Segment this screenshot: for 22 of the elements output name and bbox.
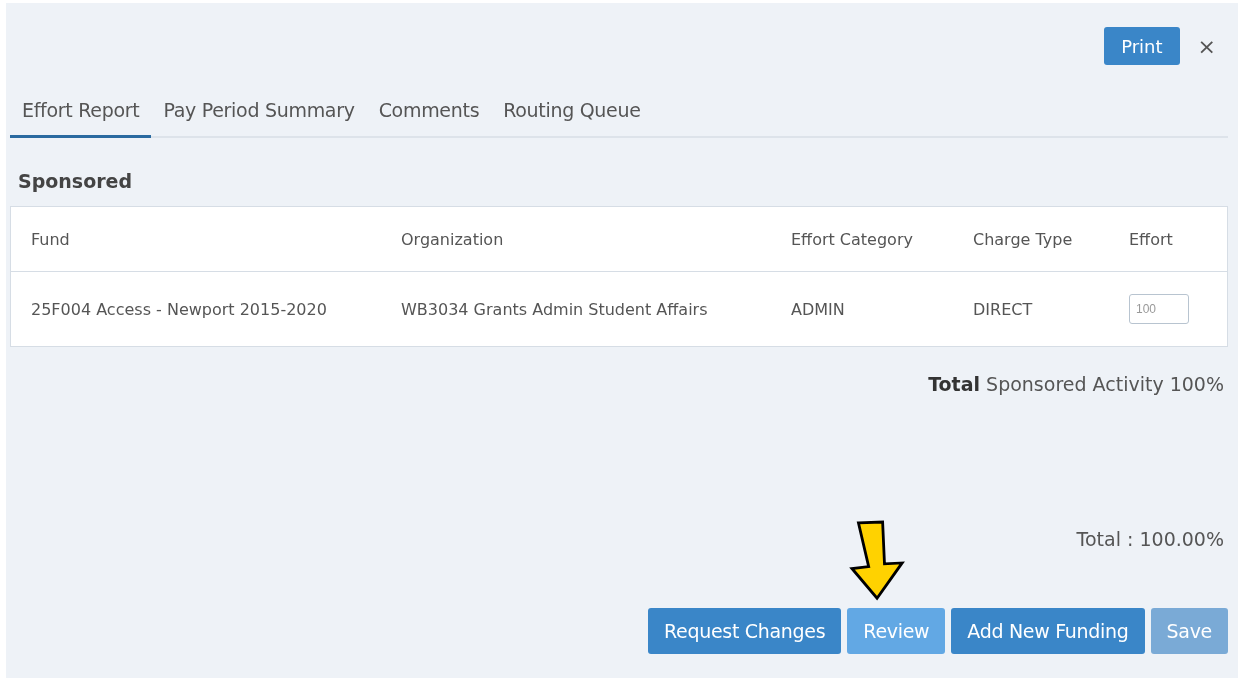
column-header: Charge Type <box>973 229 1074 249</box>
section-title: Sponsored <box>18 170 134 194</box>
tab[interactable]: Routing Queue <box>491 89 653 138</box>
table-cell-text: DIRECT <box>973 299 1034 319</box>
table-cell-text: ADMIN <box>791 299 846 319</box>
effort-input-field[interactable]: 100 <box>1129 294 1189 324</box>
grand-total: Total : 100.00% <box>1075 528 1225 550</box>
action-button[interactable]: Request Changes <box>647 608 842 654</box>
action-button[interactable]: Review <box>847 608 946 654</box>
tab[interactable]: Comments <box>366 89 492 138</box>
table-cell-text: WB3034 Grants Admin Student Affairs <box>401 299 709 319</box>
tab[interactable]: Pay Period Summary <box>151 89 367 138</box>
close-button[interactable]: × <box>1193 33 1220 59</box>
sponsored-total: Total Sponsored Activity 100% <box>927 373 1225 395</box>
table-cell-text: 25F004 Access - Newport 2015-2020 <box>31 299 328 319</box>
action-button[interactable]: Add New Funding <box>951 608 1145 654</box>
column-header: Organization <box>401 229 505 249</box>
column-header: Effort <box>1129 229 1174 249</box>
tab[interactable]: Effort Report <box>10 89 152 138</box>
column-header: Effort Category <box>791 229 914 249</box>
print-button[interactable]: Print <box>1104 27 1180 65</box>
column-header: Fund <box>31 229 71 249</box>
